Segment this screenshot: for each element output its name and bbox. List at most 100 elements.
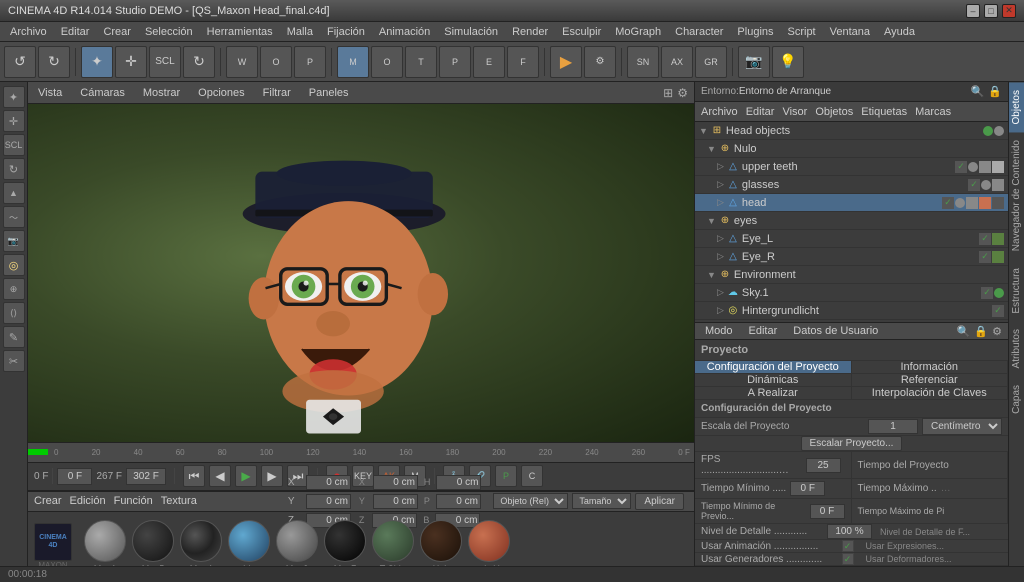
attr-search-icon[interactable]: 🔍 <box>957 325 971 338</box>
attr-tab-editar[interactable]: Editar <box>745 323 782 339</box>
current-frame-input[interactable] <box>57 468 92 485</box>
object-select[interactable]: Objeto (Rel) <box>493 493 568 509</box>
obj-nulo[interactable]: ▼ ⊕ Nulo <box>695 140 1008 158</box>
menu-render[interactable]: Render <box>506 24 554 40</box>
sidebar-scale-icon[interactable]: SCL <box>3 134 25 156</box>
sidebar-polygon-icon[interactable]: ▲ <box>3 182 25 204</box>
vtab-atributos[interactable]: Atributos <box>1009 321 1024 376</box>
grid-button[interactable]: GR <box>695 46 727 78</box>
obj-glasses[interactable]: ▷ △ glasses ✓ <box>695 176 1008 194</box>
world-coord-button[interactable]: W <box>226 46 258 78</box>
anim-checkbox[interactable]: ✓ <box>842 540 854 552</box>
attr-tab-datos[interactable]: Datos de Usuario <box>789 323 882 339</box>
axis-button[interactable]: AX <box>661 46 693 78</box>
menu-archivo[interactable]: Archivo <box>4 24 53 40</box>
obj-eye-r[interactable]: ▷ △ Eye_R ✓ <box>695 248 1008 266</box>
sidebar-select-icon[interactable]: ✦ <box>3 86 25 108</box>
obj-environment[interactable]: ▼ ⊕ Environment <box>695 266 1008 284</box>
menu-plugins[interactable]: Plugins <box>731 24 779 40</box>
tab-mostrar[interactable]: Mostrar <box>139 85 184 101</box>
obj-hintergrundlicht[interactable]: ▷ ◎ Hintergrundlicht ✓ <box>695 302 1008 320</box>
attr-tab-modo[interactable]: Modo <box>701 323 737 339</box>
coord-p2-input[interactable] <box>436 494 481 509</box>
obj-upper-teeth[interactable]: ▷ △ upper teeth ✓ <box>695 158 1008 176</box>
vtab-capas[interactable]: Capas <box>1009 377 1024 422</box>
menu-herramientas[interactable]: Herramientas <box>201 24 279 40</box>
sidebar-spline-icon[interactable]: 〜 <box>3 206 25 228</box>
config-btn-info[interactable]: Información <box>852 361 1009 373</box>
scale-project-button[interactable]: Escalar Proyecto... <box>801 436 903 451</box>
object-list-container[interactable]: ▼ ⊞ Head objects ▼ ⊕ Nulo <box>695 122 1008 322</box>
sidebar-deform-icon[interactable]: ⟨⟩ <box>3 302 25 324</box>
omgr-visor[interactable]: Visor <box>782 106 807 118</box>
tprev-input[interactable] <box>810 504 845 519</box>
obj-coord-button[interactable]: O <box>260 46 292 78</box>
light-button[interactable]: 💡 <box>772 46 804 78</box>
menu-fijacion[interactable]: Fijación <box>321 24 371 40</box>
omgr-objetos[interactable]: Objetos <box>815 106 853 118</box>
config-btn-project[interactable]: Configuración del Proyecto <box>695 361 852 373</box>
size-select[interactable]: Tamaño <box>572 493 631 509</box>
coord-h2-input[interactable] <box>436 475 481 490</box>
omgr-marcas[interactable]: Marcas <box>915 106 951 118</box>
vtab-nav-contenido[interactable]: Navegador de Contenido <box>1009 132 1024 259</box>
move-button[interactable]: ✛ <box>115 46 147 78</box>
scale-button[interactable]: SCL <box>149 46 181 78</box>
mat-tab-funcion[interactable]: Función <box>114 495 153 507</box>
rotate-button[interactable]: ↻ <box>183 46 215 78</box>
edge-mode-button[interactable]: E <box>473 46 505 78</box>
menu-malla[interactable]: Malla <box>281 24 319 40</box>
render-settings-button[interactable]: ⚙ <box>584 46 616 78</box>
gen-checkbox[interactable]: ✓ <box>842 553 854 565</box>
obj-eyes[interactable]: ▼ ⊕ eyes <box>695 212 1008 230</box>
redo-button[interactable]: ↻ <box>38 46 70 78</box>
undo-button[interactable]: ↺ <box>4 46 36 78</box>
vtab-objetos[interactable]: Objetos <box>1009 82 1024 132</box>
poly-mode-button[interactable]: F <box>507 46 539 78</box>
menu-character[interactable]: Character <box>669 24 729 40</box>
mat-tab-textura[interactable]: Textura <box>161 495 197 507</box>
tab-camaras[interactable]: Cámaras <box>76 85 129 101</box>
menu-ayuda[interactable]: Ayuda <box>878 24 921 40</box>
menu-script[interactable]: Script <box>782 24 822 40</box>
omgr-archivo[interactable]: Archivo <box>701 106 738 118</box>
viewport-settings-icon[interactable]: ⚙ <box>677 86 688 100</box>
obj-head[interactable]: ▷ △ head ✓ <box>695 194 1008 212</box>
tab-vista[interactable]: Vista <box>34 85 66 101</box>
scale-unit-select[interactable]: Centímetros <box>922 418 1002 435</box>
obj-head-objects[interactable]: ▼ ⊞ Head objects <box>695 122 1008 140</box>
scale-input[interactable] <box>868 419 918 434</box>
play-button[interactable]: ▶ <box>235 465 257 487</box>
detail-input[interactable] <box>827 524 872 539</box>
close-button[interactable]: ✕ <box>1002 4 1016 18</box>
timeline-tool-4[interactable]: C <box>521 465 543 487</box>
live-select-button[interactable]: ✦ <box>81 46 113 78</box>
sidebar-knife-icon[interactable]: ✂ <box>3 350 25 372</box>
sidebar-camera-icon[interactable]: 📷 <box>3 230 25 252</box>
menu-mograph[interactable]: MoGraph <box>609 24 667 40</box>
coord-h-input[interactable] <box>373 475 418 490</box>
env-lock-icon[interactable]: 🔒 <box>988 85 1002 98</box>
sidebar-transform-icon[interactable]: ✛ <box>3 110 25 132</box>
timeline-tool-3[interactable]: P <box>495 465 517 487</box>
snap-button[interactable]: SN <box>627 46 659 78</box>
attr-lock-icon[interactable]: 🔒 <box>974 325 988 338</box>
tab-paneles[interactable]: Paneles <box>305 85 353 101</box>
obj-mode-button[interactable]: O <box>371 46 403 78</box>
omgr-editar[interactable]: Editar <box>746 106 775 118</box>
next-frame-button[interactable]: ▶ <box>261 465 283 487</box>
config-btn-referenciar[interactable]: Referenciar <box>852 374 1009 386</box>
sidebar-paint-icon[interactable]: ✎ <box>3 326 25 348</box>
camera-button[interactable]: 📷 <box>738 46 770 78</box>
mat-tab-crear[interactable]: Crear <box>34 495 62 507</box>
prev-frame-button[interactable]: ◀ <box>209 465 231 487</box>
attr-settings-icon[interactable]: ⚙ <box>992 325 1002 338</box>
menu-esculpir[interactable]: Esculpir <box>556 24 607 40</box>
tmin-input[interactable] <box>790 481 825 496</box>
menu-ventana[interactable]: Ventana <box>824 24 876 40</box>
omgr-etiquetas[interactable]: Etiquetas <box>861 106 907 118</box>
coord-x-input[interactable] <box>306 475 351 490</box>
menu-seleccion[interactable]: Selección <box>139 24 199 40</box>
pt-mode-button[interactable]: P <box>439 46 471 78</box>
config-btn-arealizar[interactable]: A Realizar <box>695 387 852 399</box>
